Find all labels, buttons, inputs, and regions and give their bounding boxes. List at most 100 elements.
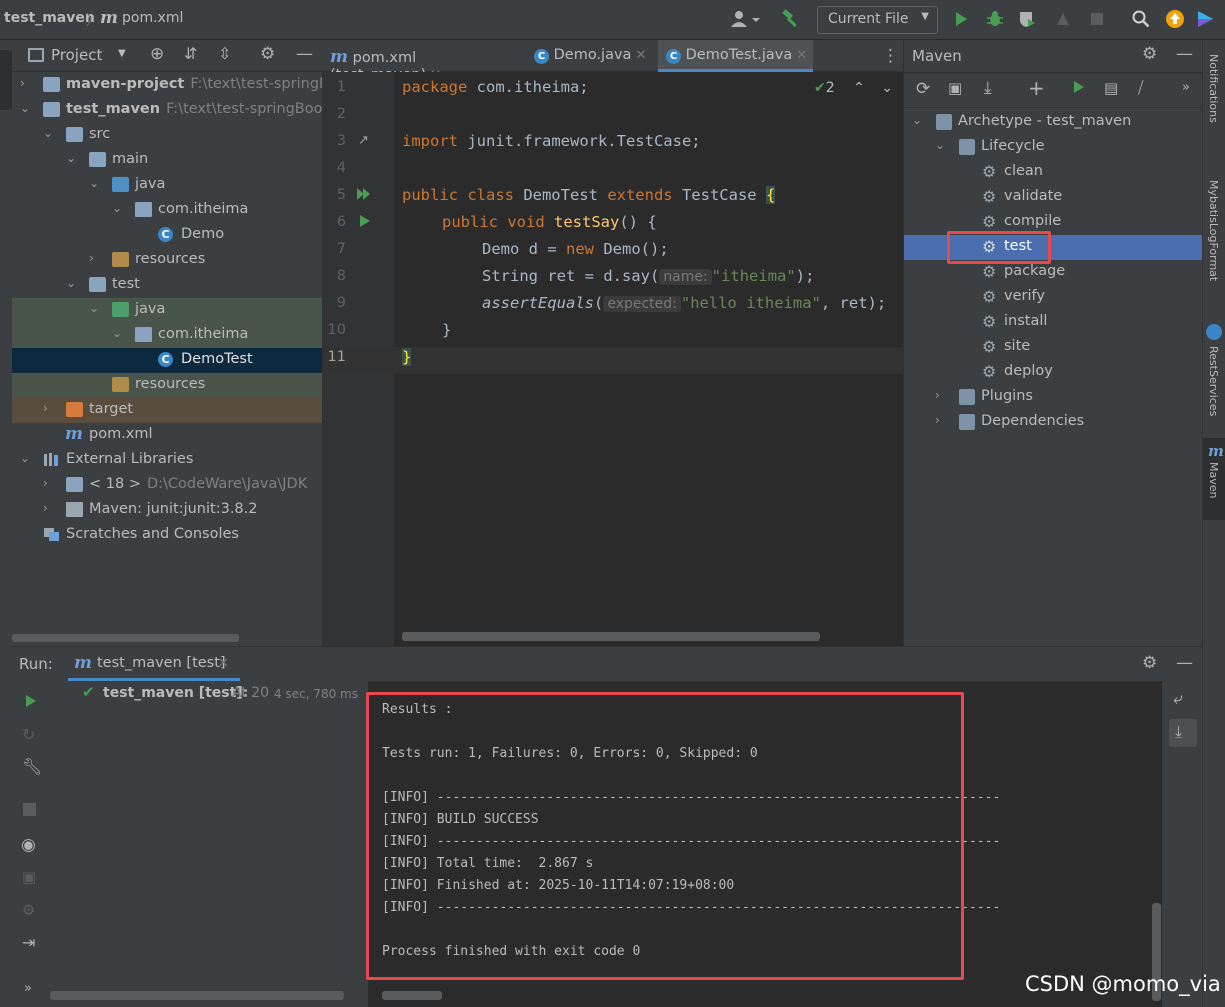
lifecycle-goal-validate[interactable]: ⚙ validate [904, 185, 1203, 210]
generate-sources-icon[interactable]: ▣ [948, 79, 962, 97]
run-class-icon[interactable] [356, 186, 372, 206]
chevron-down-icon[interactable]: ⌄ [112, 326, 122, 340]
more-actions-icon[interactable]: » [1182, 80, 1190, 95]
lifecycle-goal-verify[interactable]: ⚙ verify [904, 285, 1203, 310]
run-maven-build-icon[interactable] [1072, 79, 1086, 99]
chevron-right-icon[interactable]: › [43, 476, 48, 490]
add-icon[interactable]: + [1028, 76, 1045, 100]
settings-gear-icon[interactable]: ⚙ [1142, 44, 1157, 64]
chevron-down-icon[interactable]: ⌄ [20, 451, 30, 465]
wrench-icon[interactable]: 🔧︎ [22, 757, 42, 776]
chevron-down-icon[interactable]: ⌄ [43, 126, 53, 140]
collapse-all-icon[interactable]: ⇳ [218, 44, 231, 63]
rerun-icon[interactable] [24, 693, 38, 713]
more-actions-icon[interactable]: » [24, 981, 32, 996]
chevron-down-icon[interactable]: ⌄ [881, 80, 893, 96]
download-icon[interactable]: ⤓ [984, 78, 992, 98]
lifecycle-goal-site[interactable]: ⚙ site [904, 335, 1203, 360]
rest-services-tool-tab[interactable]: RestServices [1207, 346, 1220, 416]
tree-item-test[interactable]: ⌄ test [12, 273, 322, 298]
stop-icon[interactable] [23, 803, 36, 816]
tree-item-main-package[interactable]: ⌄ com.itheima [12, 198, 322, 223]
tree-item-main-resources[interactable]: › resources [12, 248, 322, 273]
inspection-widget[interactable]: ✔2 ⌃ ⌄ [814, 80, 894, 96]
chevron-right-icon[interactable]: › [20, 76, 25, 90]
scroll-to-end-toggle[interactable]: ⤓ [1169, 719, 1197, 747]
mybatis-tool-tab[interactable]: MybatisLogFormat [1207, 180, 1220, 281]
horizontal-scrollbar[interactable] [382, 991, 442, 1000]
chevron-down-icon[interactable]: ⌄ [66, 151, 76, 165]
tab-demotest-java[interactable]: C DemoTest.java ✕ [658, 40, 813, 72]
run-tree-item[interactable]: ✔ test_maven [test]: At 20 4 sec, 780 ms [48, 681, 368, 706]
tree-item-test-maven[interactable]: ⌄ test_maven F:\text\test-springBoot\te [12, 98, 322, 123]
maven-lifecycle-item[interactable]: ⌄ Lifecycle [904, 135, 1203, 160]
hide-panel-icon[interactable]: — [1176, 653, 1193, 673]
run-method-icon[interactable] [358, 213, 372, 233]
tree-item-main-java[interactable]: ⌄ java [12, 173, 322, 198]
tree-item-external-libraries[interactable]: ⌄ External Libraries [12, 448, 322, 473]
profiler-icon[interactable] [1052, 8, 1074, 30]
chevron-right-icon[interactable]: › [43, 501, 48, 515]
chevron-up-icon[interactable]: ⌃ [853, 80, 865, 96]
rerun-failed-icon[interactable]: ↻ [22, 725, 35, 744]
eye-icon[interactable]: ◉ [21, 835, 36, 855]
tab-pom-xml[interactable]: m pom.xml (test_maven)✕ [330, 40, 530, 83]
camera-icon[interactable]: ▣ [22, 868, 36, 886]
fold-import-icon[interactable]: ↗ [358, 133, 369, 148]
chevron-down-icon[interactable]: ⌄ [912, 113, 922, 127]
chevron-right-icon[interactable]: › [43, 401, 48, 415]
reload-icon[interactable]: ⟳ [916, 79, 930, 99]
update-arrow-icon[interactable] [1164, 8, 1186, 30]
tree-item-main[interactable]: ⌄ main [12, 148, 322, 173]
maven-tool-tab[interactable]: m Maven [1203, 438, 1225, 520]
settings-gear-icon[interactable]: ⚙ [260, 44, 275, 64]
chevron-down-icon[interactable]: ⌄ [935, 138, 945, 152]
more-tabs-icon[interactable]: ⋮ [882, 46, 899, 66]
tree-item-demo[interactable]: C Demo [12, 223, 322, 248]
tree-item-test-java[interactable]: ⌄ java [12, 298, 322, 323]
chevron-down-icon[interactable]: ⌄ [112, 201, 122, 215]
horizontal-scrollbar[interactable] [12, 634, 239, 642]
tree-item-test-resources[interactable]: resources [12, 373, 322, 398]
stop-icon[interactable] [1086, 8, 1108, 30]
close-icon[interactable]: ✕ [635, 48, 646, 63]
tree-item-pom[interactable]: m pom.xml [12, 423, 322, 448]
build-hammer-icon[interactable] [780, 8, 802, 30]
maven-root-item[interactable]: ⌄ Archetype - test_maven [904, 110, 1203, 135]
chevron-down-icon[interactable]: ⌄ [89, 176, 99, 190]
expand-all-icon[interactable]: ⇵ [184, 44, 197, 63]
tree-item-jdk[interactable]: › < 18 > D:\CodeWare\Java\JDK [12, 473, 322, 498]
horizontal-scrollbar[interactable] [402, 632, 820, 641]
run-icon[interactable] [950, 8, 972, 30]
login-icon[interactable]: ⇥ [22, 933, 35, 952]
jetbrains-logo-icon[interactable] [1194, 8, 1216, 30]
chevron-down-icon[interactable]: ⌄ [89, 301, 99, 315]
lifecycle-goal-clean[interactable]: ⚙ clean [904, 160, 1203, 185]
tree-item-demotest[interactable]: C DemoTest [12, 348, 322, 373]
tree-item-junit[interactable]: › Maven: junit:junit:3.8.2 [12, 498, 322, 523]
run-configuration-select[interactable]: Current File ▼ [817, 6, 938, 34]
chevron-right-icon[interactable]: › [935, 388, 940, 402]
execute-goal-icon[interactable]: ▤ [1104, 79, 1118, 97]
lifecycle-goal-install[interactable]: ⚙ install [904, 310, 1203, 335]
tree-item-target[interactable]: › target [12, 398, 322, 423]
locate-target-icon[interactable]: ⊕ [150, 44, 164, 64]
settings-gear-icon[interactable]: ⚙ [22, 901, 35, 919]
tree-item-test-package[interactable]: ⌄ com.itheima [12, 323, 322, 348]
soft-wrap-icon[interactable]: ⤶ [1173, 689, 1183, 709]
code-editor[interactable]: package com.itheima; import junit.framew… [394, 72, 903, 646]
hide-panel-icon[interactable]: — [1176, 44, 1193, 64]
tree-item-maven-project[interactable]: › maven-project F:\text\test-springBoot [12, 73, 322, 98]
maven-dependencies-item[interactable]: › Dependencies [904, 410, 1203, 435]
project-tool-tab[interactable] [0, 50, 12, 110]
chevron-right-icon[interactable]: › [89, 251, 94, 265]
chevron-right-icon[interactable]: › [935, 413, 940, 427]
notifications-tool-tab[interactable]: Notifications [1207, 54, 1220, 123]
chevron-down-icon[interactable]: ⌄ [66, 276, 76, 290]
breadcrumb-file[interactable]: pom.xml [122, 10, 183, 26]
search-icon[interactable] [1130, 8, 1152, 30]
breadcrumb-project[interactable]: test_maven [4, 10, 95, 26]
coverage-shield-icon[interactable] [1016, 8, 1038, 30]
user-icon[interactable] [728, 8, 762, 30]
lifecycle-goal-deploy[interactable]: ⚙ deploy [904, 360, 1203, 385]
